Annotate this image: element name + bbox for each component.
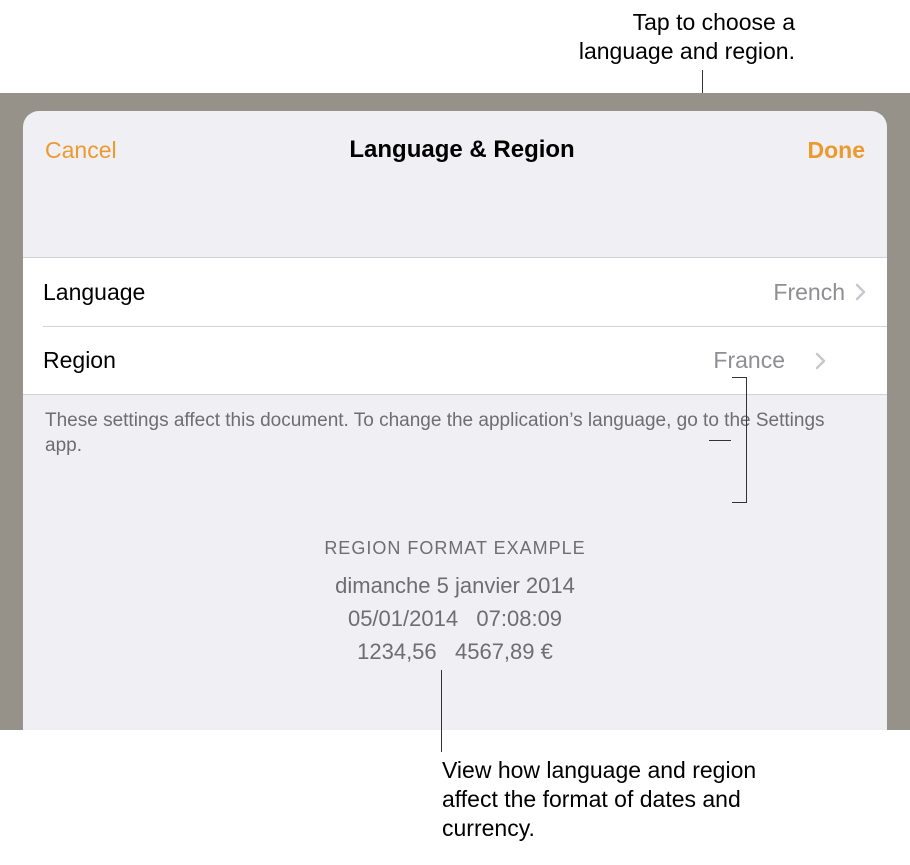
region-format-example: REGION FORMAT EXAMPLE dimanche 5 janvier… xyxy=(23,538,887,668)
settings-footer-note: These settings affect this document. To … xyxy=(23,395,887,458)
language-row[interactable]: Language French xyxy=(23,258,887,326)
modal-backdrop: Cancel Language & Region Done Language F… xyxy=(0,93,910,730)
language-value: French xyxy=(773,279,845,306)
region-value: France xyxy=(713,347,805,374)
example-number-currency: 1234,56 4567,89 € xyxy=(23,635,887,668)
settings-list: Language French Region France xyxy=(23,257,887,395)
region-row[interactable]: Region France xyxy=(43,326,887,394)
example-header: REGION FORMAT EXAMPLE xyxy=(23,538,887,559)
language-label: Language xyxy=(43,279,773,306)
example-date-long: dimanche 5 janvier 2014 xyxy=(23,569,887,602)
modal-title: Language & Region xyxy=(349,136,574,164)
language-region-modal: Cancel Language & Region Done Language F… xyxy=(23,111,887,730)
callout-top-text: Tap to choose alanguage and region. xyxy=(579,8,795,66)
region-label: Region xyxy=(43,347,713,374)
done-button[interactable]: Done xyxy=(807,137,865,164)
example-date-time: 05/01/2014 07:08:09 xyxy=(23,602,887,635)
chevron-right-icon xyxy=(815,352,847,370)
callout-bottom-leader-line xyxy=(441,670,442,752)
modal-header: Cancel Language & Region Done xyxy=(23,111,887,189)
chevron-right-icon xyxy=(855,283,867,301)
cancel-button[interactable]: Cancel xyxy=(45,137,117,164)
callout-bracket xyxy=(731,377,747,503)
callout-bottom-text: View how language and region affect the … xyxy=(442,756,792,842)
